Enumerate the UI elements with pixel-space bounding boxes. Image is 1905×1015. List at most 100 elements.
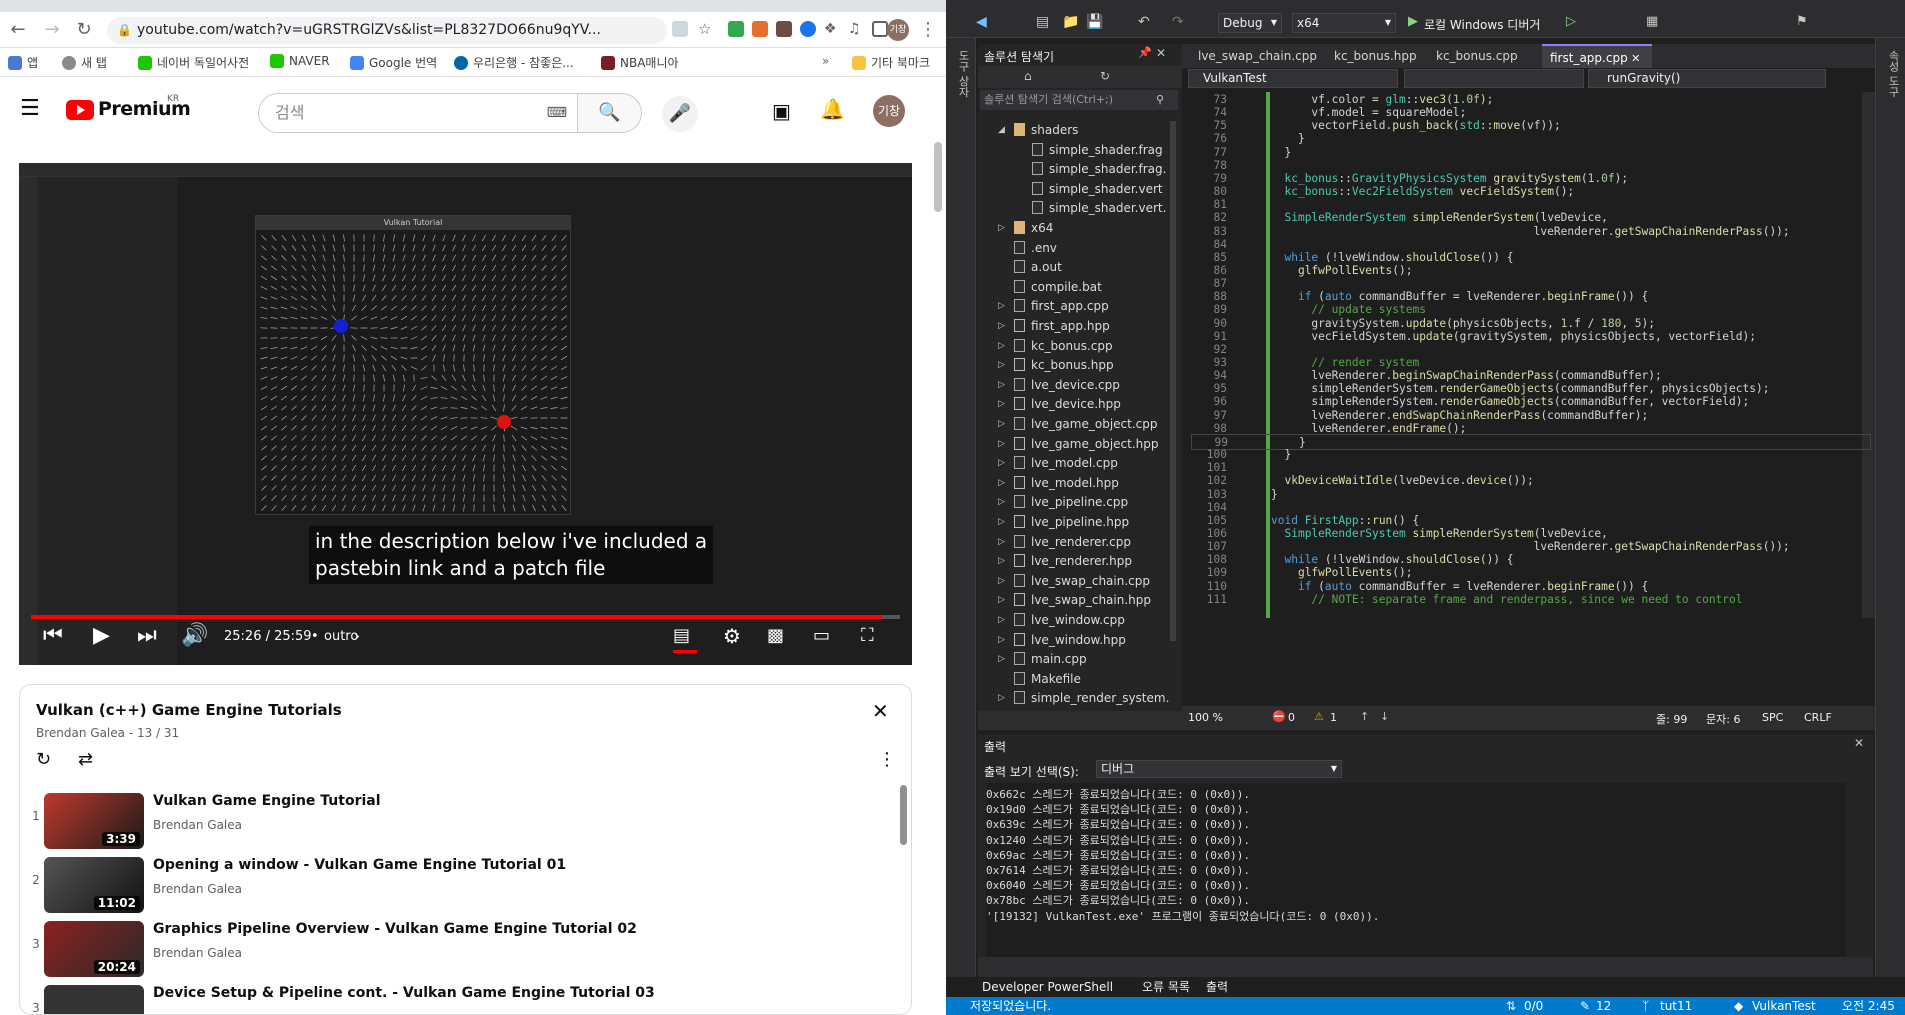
subtitles-icon[interactable]: ▤ — [673, 623, 690, 649]
playlist-item[interactable]: 3 Device Setup & Pipeline cont. - Vulkan… — [20, 981, 900, 1014]
code-area[interactable]: 73 vf.color = glm::vec3(1.0f); 74 vf.mode… — [1191, 92, 1871, 707]
back-icon[interactable]: ← — [6, 18, 30, 42]
down-arrow-icon[interactable]: ↓ — [1380, 710, 1389, 723]
pencil-icon[interactable]: ✎ — [1580, 997, 1590, 1015]
expand-chevron-icon[interactable]: ▷ — [998, 533, 1005, 552]
status-branch[interactable]: tut11 — [1660, 997, 1692, 1015]
bookmarks-overflow-icon[interactable]: » — [822, 54, 829, 68]
undo-icon[interactable]: ↶ — [1138, 14, 1150, 30]
reload-icon[interactable]: ↻ — [72, 18, 96, 42]
tree-item[interactable]: simple_shader.frag. — [978, 160, 1168, 179]
tree-item[interactable]: ▷ simple_render_system. — [978, 689, 1169, 708]
shuffle-icon[interactable]: ⇄ — [78, 749, 93, 770]
expand-chevron-icon[interactable]: ▷ — [998, 435, 1005, 454]
volume-icon[interactable]: 🔊 — [181, 623, 208, 649]
tree-item[interactable]: .env — [978, 239, 1168, 258]
close-icon[interactable]: ✕ — [872, 699, 889, 723]
warning-icon[interactable]: ⚠ — [1314, 710, 1324, 723]
tree-item[interactable]: ▷ lve_game_object.cpp — [978, 415, 1168, 434]
start-without-debug-icon[interactable]: ▷ — [1566, 14, 1576, 29]
tree-scrollbar[interactable] — [1170, 121, 1176, 641]
expand-chevron-icon[interactable]: ▷ — [998, 493, 1005, 512]
youtube-logo-icon[interactable] — [66, 100, 94, 120]
git-sync-icon[interactable]: ⇅ — [1506, 997, 1516, 1015]
profile-avatar[interactable]: 기창 — [887, 19, 909, 41]
expand-chevron-icon[interactable]: ▷ — [998, 631, 1005, 650]
video-player[interactable]: Vulkan Tutorial in the description below… — [19, 163, 912, 665]
create-video-icon[interactable]: ▣ — [772, 100, 791, 122]
tree-item[interactable]: ▷ main.cpp — [978, 650, 1168, 669]
previous-icon[interactable]: ⏮ — [43, 623, 63, 649]
bookmark-apps[interactable]: 앱 — [8, 54, 38, 71]
tree-item[interactable]: ▷ lve_swap_chain.cpp — [978, 572, 1168, 591]
tab-developer-powershell[interactable]: Developer PowerShell — [982, 977, 1113, 997]
tree-item[interactable]: ▷ lve_model.hpp — [978, 474, 1168, 493]
status-sync[interactable]: 0/0 — [1524, 997, 1543, 1015]
editor-tab[interactable]: lve_swap_chain.cpp — [1190, 44, 1318, 68]
share-icon[interactable] — [672, 21, 688, 37]
tree-item[interactable]: ▷ kc_bonus.hpp — [978, 356, 1168, 375]
tree-item[interactable]: simple_shader.vert — [978, 180, 1168, 199]
bookmark-woori[interactable]: 우리은행 - 참좋은... — [454, 54, 574, 71]
browser-tab-strip[interactable] — [0, 0, 946, 12]
expand-chevron-icon[interactable]: ▷ — [998, 611, 1005, 630]
tree-item[interactable]: ▷ x64 — [978, 219, 1168, 238]
open-folder-icon[interactable]: 📁 — [1062, 14, 1079, 30]
expand-chevron-icon[interactable]: ▷ — [998, 591, 1005, 610]
bookmark-other[interactable]: 기타 북마크 — [852, 54, 930, 71]
code-line[interactable]: 111 // NOTE: separate frame and renderpa… — [1191, 592, 1871, 608]
expand-chevron-icon[interactable]: ▷ — [998, 689, 1005, 708]
tree-item[interactable]: ▷ lve_pipeline.cpp — [978, 493, 1168, 512]
search-button[interactable]: 🔍 — [578, 93, 642, 133]
line-ending[interactable]: CRLF — [1804, 711, 1832, 724]
status-repo[interactable]: VulkanTest — [1752, 997, 1816, 1015]
pin-icon[interactable]: 📌 — [1138, 46, 1152, 59]
extension-green-icon[interactable] — [728, 21, 744, 37]
run-debugger-button[interactable]: 로컬 Windows 디버거 — [1424, 16, 1540, 33]
play-icon[interactable]: ▶ — [93, 623, 110, 649]
nav-back-icon[interactable]: ◀ — [976, 14, 987, 30]
menu-dots-icon[interactable]: ⋮ — [916, 18, 940, 42]
expand-chevron-icon[interactable]: ▷ — [998, 337, 1005, 356]
video-thumbnail[interactable] — [44, 985, 144, 1014]
microphone-icon[interactable]: 🎤 — [662, 96, 698, 132]
bookmark-google-translate[interactable]: Google 번역 — [350, 54, 437, 71]
notifications-bell-icon[interactable]: 🔔 — [820, 98, 845, 120]
video-thumbnail[interactable]: 20:24 — [44, 921, 144, 977]
up-arrow-icon[interactable]: ↑ — [1360, 710, 1369, 723]
tree-item[interactable]: compile.bat — [978, 278, 1168, 297]
expand-chevron-icon[interactable]: ▷ — [998, 572, 1005, 591]
tree-item[interactable]: Makefile — [978, 670, 1168, 689]
expand-chevron-icon[interactable]: ▷ — [998, 297, 1005, 316]
error-icon[interactable]: ⛔ — [1272, 710, 1286, 723]
media-icon[interactable]: ♫ — [848, 21, 864, 37]
loop-icon[interactable]: ↻ — [36, 749, 51, 770]
tree-item[interactable]: simple_shader.frag — [978, 141, 1168, 160]
tree-item[interactable]: ▷ first_app.hpp — [978, 317, 1168, 336]
expand-chevron-icon[interactable]: ▷ — [998, 454, 1005, 473]
vs-menubar[interactable] — [946, 0, 1905, 8]
redo-icon[interactable]: ↷ — [1172, 14, 1184, 30]
expand-chevron-icon[interactable]: ▷ — [998, 513, 1005, 532]
chapter-chevron-icon[interactable]: › — [354, 623, 360, 649]
expand-chevron-icon[interactable]: ▷ — [998, 219, 1005, 238]
expand-chevron-icon[interactable]: ▷ — [998, 317, 1005, 336]
editor-tab[interactable]: first_app.cpp ✕ — [1542, 44, 1652, 68]
tree-item[interactable]: ▷ lve_game_object.hpp — [978, 435, 1168, 454]
expand-chevron-icon[interactable]: ▷ — [998, 415, 1005, 434]
extension-blue-icon[interactable] — [800, 21, 816, 37]
expand-chevron-icon[interactable]: ▷ — [998, 356, 1005, 375]
bookmark-star-icon[interactable]: ☆ — [698, 21, 714, 37]
solution-search-input[interactable]: 솔루션 탐색기 검색(Ctrl+;) ⚲ — [980, 90, 1178, 110]
indent-mode[interactable]: SPC — [1762, 711, 1783, 724]
tree-item[interactable]: ▷ lve_device.hpp — [978, 395, 1168, 414]
playlist-item[interactable]: 2 11:02 Opening a window - Vulkan Game E… — [20, 853, 900, 917]
expand-chevron-icon[interactable]: ▷ — [998, 474, 1005, 493]
playlist-item[interactable]: 3 20:24 Graphics Pipeline Overview - Vul… — [20, 917, 900, 981]
tree-item[interactable]: simple_shader.vert. — [978, 199, 1168, 218]
home-icon[interactable]: ⌂ — [1024, 69, 1032, 83]
youtube-search-input[interactable]: 검색 ⌨ — [258, 93, 578, 133]
video-thumbnail[interactable]: 11:02 — [44, 857, 144, 913]
scope-dropdown[interactable] — [1404, 69, 1584, 88]
extensions-puzzle-icon[interactable]: ❖ — [824, 21, 840, 37]
